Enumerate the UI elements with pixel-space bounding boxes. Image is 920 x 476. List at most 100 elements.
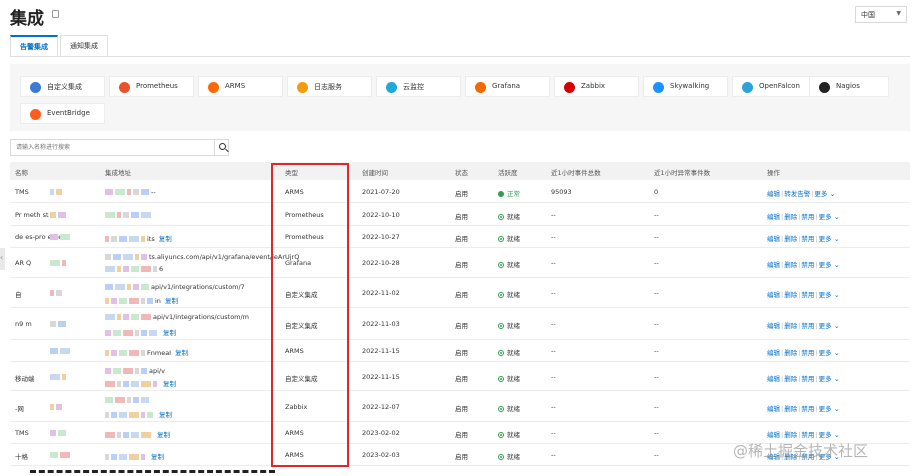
integration-card[interactable]: Zabbix [554,76,639,97]
action-edit-link[interactable]: 编辑 [767,349,780,357]
integration-card[interactable]: OpenFalcon [732,76,817,97]
action-second-link[interactable]: 删除 [784,431,797,439]
integration-name[interactable]: -网 [15,403,24,413]
action-more-link[interactable]: 更多 [819,261,832,269]
favorite-icon[interactable] [52,10,59,18]
activity-status: 就绪 [498,289,520,299]
action-more-link[interactable]: 更多 [819,322,832,330]
action-third-link[interactable]: 禁用 [801,322,814,330]
integration-name[interactable]: 移动端 [15,373,35,383]
action-more-link[interactable]: 更多 [819,349,832,357]
chevron-down-icon[interactable]: ⌄ [832,349,840,357]
action-third-link[interactable]: 禁用 [801,235,814,243]
dashed-divider [30,470,275,473]
action-edit-link[interactable]: 编辑 [767,431,780,439]
chevron-down-icon[interactable]: ⌄ [827,190,836,198]
table-row: de es-pro ethe its 复制 Prometheus 2022-10-27 启… [10,226,910,248]
integration-name[interactable]: Pr meth st [15,211,49,219]
integration-name[interactable]: TMS [15,429,29,437]
action-third-link[interactable]: 禁用 [801,261,814,269]
chevron-down-icon[interactable]: ⌄ [832,405,840,413]
action-edit-link[interactable]: 编辑 [767,322,780,330]
search-icon[interactable] [219,143,226,150]
redacted-block [105,412,109,418]
redacted-block [123,314,129,320]
redacted-block [105,381,115,387]
action-more-link[interactable]: 更多 [819,431,832,439]
address-text: -- [151,188,156,196]
action-edit-link[interactable]: 编辑 [767,291,780,299]
redacted-block [141,368,147,374]
action-third-link[interactable]: 禁用 [801,405,814,413]
action-second-link[interactable]: 删除 [784,291,797,299]
action-third-link[interactable]: 禁用 [801,213,814,221]
action-more-link[interactable]: 更多 [819,213,832,221]
action-second-link[interactable]: 删除 [784,261,797,269]
integration-card[interactable]: ARMS [198,76,283,97]
ready-circle-icon [498,262,504,268]
action-edit-link[interactable]: 编辑 [767,405,780,413]
integration-card[interactable]: 日志服务 [287,76,372,97]
action-third-link[interactable]: 更多 [814,190,827,198]
integration-card[interactable]: Skywalking [643,76,728,97]
action-third-link[interactable]: 禁用 [801,375,814,383]
action-second-link[interactable]: 删除 [784,349,797,357]
chevron-down-icon[interactable]: ⌄ [832,322,840,330]
copy-button[interactable]: 复制 [175,349,188,357]
integration-name[interactable]: AR Q [15,259,31,267]
copy-button[interactable]: 复制 [163,329,176,337]
redacted-block [117,432,121,438]
action-second-link[interactable]: 删除 [784,213,797,221]
action-second-link[interactable]: 删除 [784,405,797,413]
integration-card[interactable]: Prometheus [109,76,194,97]
copy-button[interactable]: 复制 [159,411,172,419]
action-more-link[interactable]: 更多 [819,291,832,299]
tab-notify-integration[interactable]: 通知集成 [60,35,108,56]
region-select[interactable]: 中国 ▼ [855,6,907,23]
action-edit-link[interactable]: 编辑 [767,213,780,221]
chevron-down-icon[interactable]: ⌄ [832,213,840,221]
integration-card[interactable]: Grafana [465,76,550,97]
sidebar-collapse-handle[interactable] [0,248,5,270]
copy-button[interactable]: 复制 [151,453,164,461]
action-second-link[interactable]: 转发告警 [784,190,810,198]
integration-card[interactable]: 自定义集成 [20,76,105,97]
integration-name[interactable]: 十格 [15,451,28,461]
action-third-link[interactable]: 禁用 [801,349,814,357]
action-more-link[interactable]: 更多 [819,405,832,413]
action-second-link[interactable]: 删除 [784,235,797,243]
integration-name[interactable]: n9 m [15,320,32,328]
action-more-link[interactable]: 更多 [819,375,832,383]
action-edit-link[interactable]: 编辑 [767,261,780,269]
copy-button[interactable]: 复制 [165,297,178,305]
action-third-link[interactable]: 禁用 [801,291,814,299]
chevron-down-icon[interactable]: ⌄ [832,261,840,269]
copy-button[interactable]: 复制 [157,431,170,439]
chevron-down-icon[interactable]: ⌄ [832,235,840,243]
action-more-link[interactable]: 更多 [819,235,832,243]
action-edit-link[interactable]: 编辑 [767,375,780,383]
chevron-down-icon[interactable]: ⌄ [832,431,840,439]
integration-card[interactable]: EventBridge [20,103,105,124]
name-redaction [50,403,64,411]
integration-card[interactable]: 云监控 [376,76,461,97]
action-second-link[interactable]: 删除 [784,322,797,330]
action-edit-link[interactable]: 编辑 [767,235,780,243]
redacted-block [123,212,129,218]
action-third-link[interactable]: 禁用 [801,431,814,439]
action-separator: | [781,213,784,221]
integration-name[interactable]: TMS [15,188,29,196]
integration-name[interactable]: 自 [15,289,22,299]
action-separator: | [781,291,784,299]
chevron-down-icon[interactable]: ⌄ [832,291,840,299]
copy-button[interactable]: 复制 [159,235,172,243]
integration-card[interactable]: Nagios [809,76,889,97]
action-edit-link[interactable]: 编辑 [767,190,780,198]
copy-button[interactable]: 复制 [163,380,176,388]
openfalcon-icon [742,82,753,93]
redacted-block [50,404,54,410]
chevron-down-icon[interactable]: ⌄ [832,375,840,383]
tab-alert-integration[interactable]: 告警集成 [10,35,58,56]
action-second-link[interactable]: 删除 [784,375,797,383]
search-input[interactable] [11,140,211,155]
